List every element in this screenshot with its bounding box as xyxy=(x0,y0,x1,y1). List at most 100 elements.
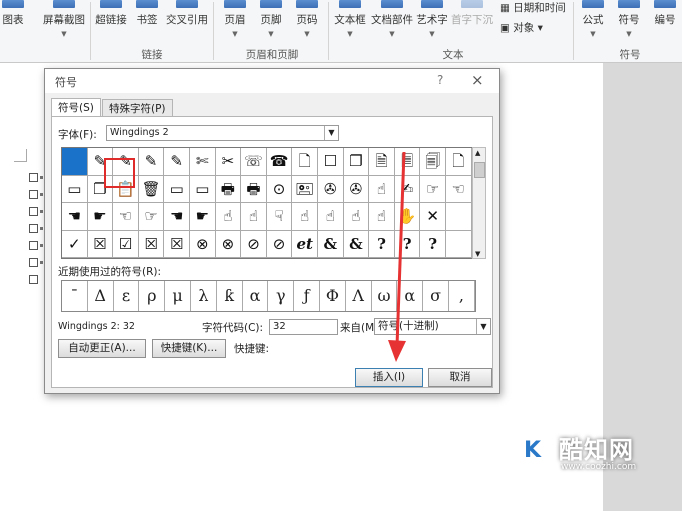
scroll-up-icon[interactable]: ▲ xyxy=(475,149,480,157)
symbol-cell[interactable]: ☐ xyxy=(318,148,344,176)
symbol-cell[interactable]: ✓ xyxy=(62,230,88,258)
cross-reference-button[interactable]: 交叉引用 xyxy=(165,0,209,46)
symbol-cell[interactable]: ▭ xyxy=(190,175,216,203)
group-divider xyxy=(328,2,329,60)
symbol-cell[interactable]: ☞ xyxy=(420,175,446,203)
symbol-cell[interactable]: ▭ xyxy=(62,175,88,203)
symbol-cell[interactable]: ☚ xyxy=(164,203,190,231)
symbol-cell[interactable]: & xyxy=(318,230,344,258)
autocorrect-button[interactable]: 自动更正(A)... xyxy=(58,339,146,358)
symbol-cell[interactable]: 🗐 xyxy=(420,148,446,176)
quick-parts-button[interactable]: 文档部件 ▼ xyxy=(370,0,414,46)
symbol-cell[interactable]: ✇ xyxy=(343,175,370,203)
symbol-cell[interactable]: ☝ xyxy=(343,203,370,231)
symbol-cell[interactable]: ? xyxy=(420,230,446,258)
shortcut-key-button[interactable]: 快捷键(K)... xyxy=(152,339,226,358)
font-select[interactable]: Wingdings 2 ▼ xyxy=(106,125,339,141)
symbol-cell[interactable]: ⊘ xyxy=(241,230,267,258)
recent-symbol-cell[interactable]: ƙ xyxy=(217,281,243,311)
insert-button[interactable]: 插入(I) xyxy=(355,368,423,387)
recent-symbol-cell[interactable]: , xyxy=(449,281,475,311)
symbol-cell[interactable]: et xyxy=(292,230,318,258)
symbol-cell[interactable]: ☞ xyxy=(138,203,165,231)
symbol-cell[interactable]: ✎ xyxy=(164,148,190,176)
dialog-titlebar[interactable]: 符号 ? × xyxy=(45,69,499,93)
symbol-cell[interactable]: ▭ xyxy=(164,175,190,203)
recent-symbol-cell[interactable]: α xyxy=(243,281,269,311)
symbol-cell[interactable]: 🗋 xyxy=(292,148,318,176)
text-box-button[interactable]: 文本框 ▼ xyxy=(333,0,367,46)
scroll-down-icon[interactable]: ▼ xyxy=(475,250,480,258)
recent-symbol-cell[interactable]: λ xyxy=(191,281,217,311)
screenshot-button[interactable]: 屏幕截图 ▼ xyxy=(40,0,88,46)
symbol-cell[interactable]: ☝ xyxy=(215,203,242,231)
symbol-cell[interactable]: ⊗ xyxy=(190,230,216,258)
symbol-cell[interactable] xyxy=(62,148,88,176)
equation-icon xyxy=(582,0,604,8)
hyperlink-button[interactable]: 超链接 xyxy=(93,0,129,46)
symbol-cell[interactable]: ☛ xyxy=(190,203,216,231)
recent-symbol-cell[interactable]: Δ xyxy=(88,281,114,311)
symbol-cell[interactable]: ❐ xyxy=(343,148,370,176)
symbol-cell[interactable]: ☚ xyxy=(62,203,88,231)
close-button[interactable]: × xyxy=(471,71,484,89)
page-number-button[interactable]: 页码 ▼ xyxy=(292,0,322,46)
wordart-button[interactable]: 艺术字 ▼ xyxy=(416,0,448,46)
symbol-grid-scrollbar[interactable]: ▲ ▼ xyxy=(472,147,486,259)
symbol-cell[interactable]: ☒ xyxy=(164,230,190,258)
recent-symbol-cell[interactable]: Φ xyxy=(320,281,346,311)
symbol-cell[interactable]: ☝ xyxy=(318,203,344,231)
symbol-cell[interactable]: ☒ xyxy=(87,230,114,258)
recent-symbol-cell[interactable]: ¯ xyxy=(62,281,88,311)
symbol-cell[interactable]: ✂ xyxy=(215,148,242,176)
symbol-cell[interactable]: ✇ xyxy=(318,175,344,203)
bookmark-button[interactable]: 书签 xyxy=(133,0,161,46)
recent-symbol-cell[interactable]: ρ xyxy=(139,281,166,311)
symbol-cell[interactable]: ☎ xyxy=(266,148,293,176)
symbol-cell[interactable]: ☟ xyxy=(266,203,293,231)
symbol-cell[interactable]: & xyxy=(343,230,370,258)
symbol-cell[interactable]: ☝ xyxy=(241,203,267,231)
symbol-cell[interactable]: 🗋 xyxy=(446,148,472,176)
chart-button[interactable]: 图表 xyxy=(0,0,30,46)
symbol-cell[interactable]: ✕ xyxy=(420,203,446,231)
recent-symbol-cell[interactable]: ε xyxy=(114,281,140,311)
date-time-button[interactable]: ▦ 日期和时间 xyxy=(500,0,566,15)
character-code-input[interactable]: 32 xyxy=(269,319,338,335)
symbol-cell[interactable]: ☝ xyxy=(292,203,318,231)
symbol-cell[interactable]: 🖶 xyxy=(215,175,242,203)
tab-symbols[interactable]: 符号(S) xyxy=(51,98,101,118)
symbol-cell[interactable]: ☒ xyxy=(138,230,165,258)
symbol-cell[interactable]: ☜ xyxy=(446,175,472,203)
drop-cap-button[interactable]: 首字下沉 xyxy=(450,0,494,46)
recent-symbol-cell[interactable]: ƒ xyxy=(294,281,320,311)
symbol-cell[interactable]: ☜ xyxy=(113,203,139,231)
scrollbar-thumb[interactable] xyxy=(474,162,485,178)
symbol-cell[interactable]: ⊘ xyxy=(266,230,293,258)
equation-button[interactable]: 公式 ▼ xyxy=(578,0,608,46)
symbol-cell[interactable]: ⊗ xyxy=(215,230,242,258)
recent-symbol-cell[interactable]: γ xyxy=(268,281,295,311)
symbol-cell[interactable]: ☑ xyxy=(113,230,139,258)
symbol-cell[interactable]: ☛ xyxy=(87,203,114,231)
cancel-button[interactable]: 取消 xyxy=(428,368,492,387)
symbol-cell[interactable] xyxy=(446,203,472,231)
symbol-cell[interactable]: ✎ xyxy=(138,148,165,176)
recent-symbol-cell[interactable]: Λ xyxy=(346,281,372,311)
object-button[interactable]: ▣ 对象 ▾ xyxy=(500,20,543,35)
recent-symbol-cell[interactable]: μ xyxy=(165,281,191,311)
header-button[interactable]: 页眉 ▼ xyxy=(220,0,250,46)
drop-cap-icon xyxy=(461,0,483,8)
symbol-cell[interactable]: 🖶 xyxy=(241,175,267,203)
symbol-cell[interactable]: ⊙ xyxy=(266,175,293,203)
symbol-cell[interactable]: 🗑 xyxy=(138,175,165,203)
symbol-button[interactable]: 符号 ▼ xyxy=(614,0,644,46)
help-button[interactable]: ? xyxy=(437,73,443,87)
recent-symbol-cell[interactable]: σ xyxy=(423,281,449,311)
footer-button[interactable]: 页脚 ▼ xyxy=(256,0,286,46)
symbol-cell[interactable]: 🖭 xyxy=(292,175,318,203)
symbol-cell[interactable]: ✄ xyxy=(190,148,216,176)
symbol-cell[interactable] xyxy=(446,230,472,258)
symbol-cell[interactable]: ☏ xyxy=(241,148,267,176)
numbering-button[interactable]: 编号 xyxy=(650,0,680,46)
